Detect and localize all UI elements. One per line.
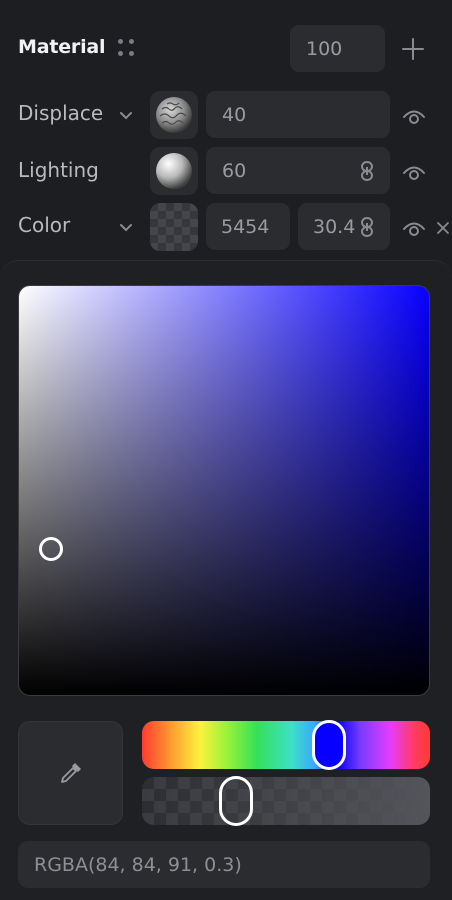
color-swatch[interactable] [150,203,198,251]
eye-icon[interactable] [402,107,426,125]
eyedropper-icon [60,763,81,783]
hue-slider[interactable] [142,721,430,769]
rgba-value: RGBA(84, 84, 91, 0.3) [34,853,242,876]
eye-icon[interactable] [402,163,426,181]
lighting-value: 60 [222,159,247,182]
link-icon[interactable] [360,217,374,237]
chevron-down-icon[interactable] [119,111,133,121]
drag-grip-icon[interactable] [116,38,136,60]
material-value: 100 [306,37,343,60]
hue-slider-handle[interactable] [312,720,346,770]
color-hex-value: 5454 [221,215,270,238]
displace-value-input[interactable]: 40 [206,91,390,138]
eye-icon[interactable] [402,219,426,237]
color-hex-input[interactable]: 5454 [206,203,290,250]
close-icon[interactable] [436,220,450,234]
link-icon[interactable] [360,161,374,181]
rgba-input[interactable]: RGBA(84, 84, 91, 0.3) [18,841,430,888]
displace-label: Displace [18,101,104,125]
color-opacity-input[interactable]: 30.4 [298,203,390,250]
color-opacity-value: 30.4 [313,215,356,238]
lighting-texture-thumbnail[interactable] [150,147,198,195]
sphere-icon [156,153,192,189]
eyedropper-button[interactable] [18,721,123,825]
chevron-down-icon[interactable] [119,223,133,233]
saturation-value-area[interactable] [18,285,430,696]
material-value-input[interactable]: 100 [290,25,385,72]
color-label: Color [18,213,71,237]
alpha-slider-handle[interactable] [219,776,253,826]
alpha-slider[interactable] [142,777,430,825]
noise-texture-icon [156,97,192,133]
saturation-value-handle[interactable] [39,537,63,561]
panel-title: Material [18,36,106,58]
displace-texture-thumbnail[interactable] [150,91,198,139]
displace-value: 40 [222,103,247,126]
plus-icon[interactable] [401,37,425,61]
lighting-label: Lighting [18,158,99,182]
